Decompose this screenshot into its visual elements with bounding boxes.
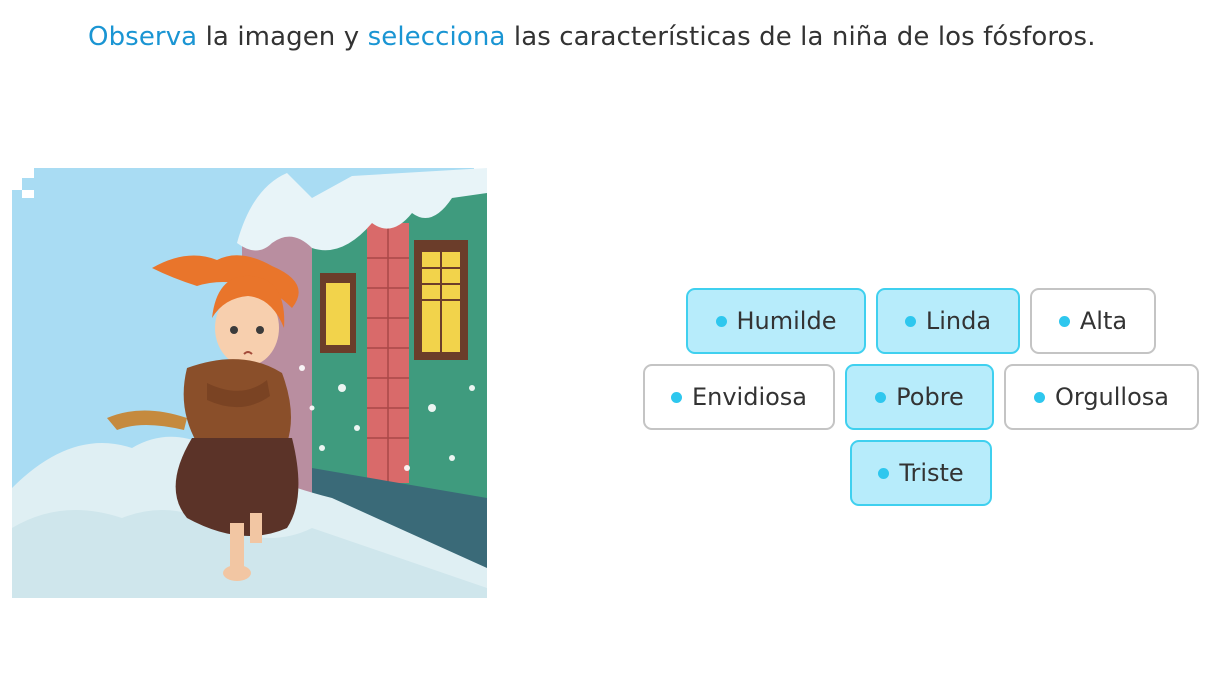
bullet-icon: [904, 315, 916, 327]
match-girl-illustration: [12, 168, 487, 598]
option-label: Humilde: [736, 307, 837, 335]
bullet-icon: [1033, 391, 1045, 403]
option-chip[interactable]: Pobre: [845, 364, 994, 430]
option-chip[interactable]: Linda: [876, 288, 1020, 354]
option-label: Linda: [925, 307, 992, 335]
activity-page: Observa la imagen y selecciona las carac…: [0, 0, 1209, 675]
option-chip[interactable]: Alta: [1030, 288, 1156, 354]
instruction-text: Observa la imagen y selecciona las carac…: [88, 22, 1096, 52]
option-chip[interactable]: Envidiosa: [643, 364, 835, 430]
option-label: Orgullosa: [1054, 383, 1169, 411]
option-label: Triste: [899, 459, 964, 487]
bullet-icon: [878, 467, 890, 479]
option-chip[interactable]: Humilde: [686, 288, 866, 354]
instruction-segment: la imagen y: [197, 22, 368, 52]
bullet-icon: [875, 391, 887, 403]
instruction-verb-select: selecciona: [367, 22, 506, 52]
option-chip[interactable]: Triste: [850, 440, 992, 506]
option-chip[interactable]: Orgullosa: [1004, 364, 1199, 430]
option-label: Envidiosa: [691, 383, 808, 411]
instruction-segment: las características de la niña de los fó…: [505, 22, 1096, 52]
option-label: Alta: [1079, 307, 1128, 335]
instruction-verb-observe: Observa: [88, 22, 198, 52]
option-label: Pobre: [896, 383, 964, 411]
bullet-icon: [1058, 315, 1070, 327]
bullet-icon: [715, 315, 727, 327]
bullet-icon: [670, 391, 682, 403]
